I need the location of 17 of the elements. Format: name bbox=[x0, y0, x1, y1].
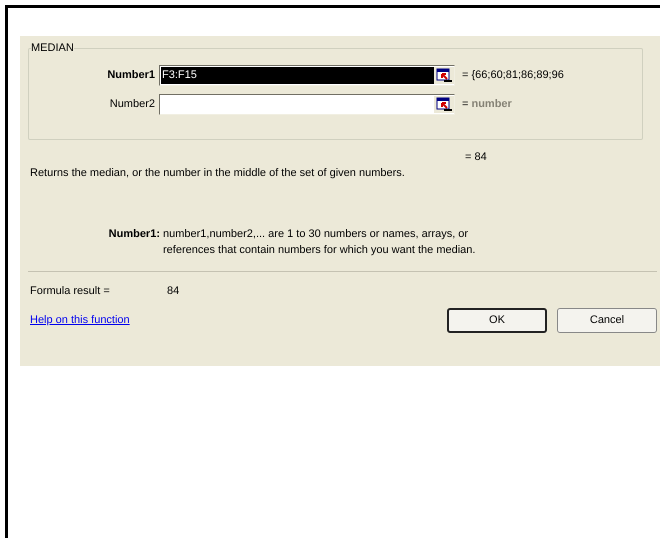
help-link[interactable]: Help on this function bbox=[30, 312, 130, 329]
argument-result: = number bbox=[462, 97, 512, 112]
collapse-dialog-icon[interactable] bbox=[434, 96, 454, 113]
function-result: = 84 bbox=[465, 150, 488, 164]
argument-label: Number2 bbox=[108, 97, 156, 112]
function-description: Returns the median, or the number in the middle of the set of given numbers. bbox=[30, 166, 406, 180]
argument-result: = {66;60;81;86;89;96 bbox=[462, 68, 564, 84]
argument-help: number1,number2,... are 1 to 30 numbers or names, arrays, or references that contain numbers for which you want the median. bbox=[163, 227, 476, 258]
argument-field[interactable]: F3:F15 bbox=[159, 65, 455, 86]
dialog-button[interactable]: Cancel bbox=[557, 308, 657, 333]
argument-label: Number1: bbox=[108, 227, 161, 242]
formula-result-label: Formula result = bbox=[30, 284, 111, 298]
collapse-dialog-icon[interactable] bbox=[434, 67, 454, 84]
dialog-button[interactable]: OK bbox=[447, 308, 547, 333]
argument-label: Number1 bbox=[106, 68, 156, 84]
formula-result-value: 84 bbox=[167, 284, 180, 298]
argument-field[interactable] bbox=[159, 94, 455, 115]
